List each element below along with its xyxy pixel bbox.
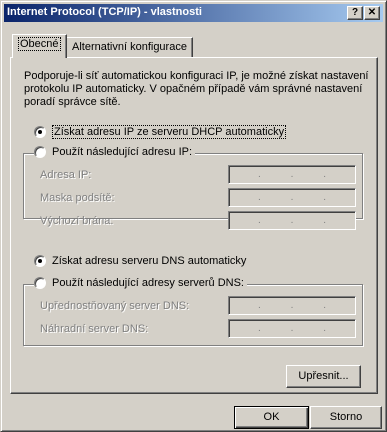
window-title: Internet Protocol (TCP/IP) - vlastnosti	[7, 6, 202, 18]
description-text: Podporuje-li síť automatickou konfigurac…	[24, 70, 369, 108]
advanced-button[interactable]: Upřesnit...	[286, 365, 361, 388]
tab-alternate-configuration[interactable]: Alternativní konfigurace	[66, 37, 193, 57]
radio-selected-icon	[34, 255, 46, 267]
subnet-mask-field[interactable]: ...	[228, 188, 356, 207]
close-icon: ✕	[367, 7, 377, 18]
ip-manual-label: Použít následující adresu IP:	[52, 146, 193, 158]
help-button[interactable]: ?	[347, 6, 363, 20]
preferred-dns-field[interactable]: ...	[228, 296, 356, 315]
alternate-dns-field[interactable]: ...	[228, 319, 356, 338]
ip-address-field[interactable]: ...	[228, 165, 356, 184]
ok-button[interactable]: OK	[234, 406, 309, 429]
dns-manual-label: Použít následující adresy serverů DNS:	[52, 277, 244, 289]
help-icon: ?	[351, 7, 359, 18]
dns-auto-radio[interactable]: Získat adresu serveru DNS automaticky	[34, 255, 250, 267]
ip-auto-radio[interactable]: Získat adresu IP ze serveru DHCP automat…	[34, 125, 290, 139]
ip-auto-label: Získat adresu IP ze serveru DHCP automat…	[52, 125, 287, 139]
dns-auto-label: Získat adresu serveru DNS automaticky	[52, 255, 247, 267]
tab-general[interactable]: Obecné	[12, 34, 67, 58]
ip-manual-group	[23, 153, 363, 219]
cancel-button[interactable]: Storno	[310, 406, 382, 429]
radio-unselected-icon	[34, 277, 46, 289]
tcpip-properties-dialog: Internet Protocol (TCP/IP) - vlastnosti …	[0, 0, 387, 432]
preferred-dns-label: Upřednostňovaný server DNS:	[40, 300, 190, 312]
radio-unselected-icon	[34, 146, 46, 158]
close-button[interactable]: ✕	[364, 6, 380, 20]
dns-manual-radio[interactable]: Použít následující adresy serverů DNS:	[34, 277, 247, 289]
ip-address-label: Adresa IP:	[40, 169, 92, 181]
default-gateway-label: Výchozí brána:	[40, 215, 114, 227]
title-bar[interactable]: Internet Protocol (TCP/IP) - vlastnosti …	[4, 4, 383, 22]
default-gateway-field[interactable]: ...	[228, 211, 356, 230]
radio-selected-icon	[34, 126, 46, 138]
alternate-dns-label: Náhradní server DNS:	[40, 323, 149, 335]
ip-manual-radio[interactable]: Použít následující adresu IP:	[34, 146, 196, 158]
subnet-mask-label: Maska podsítě:	[40, 192, 115, 204]
